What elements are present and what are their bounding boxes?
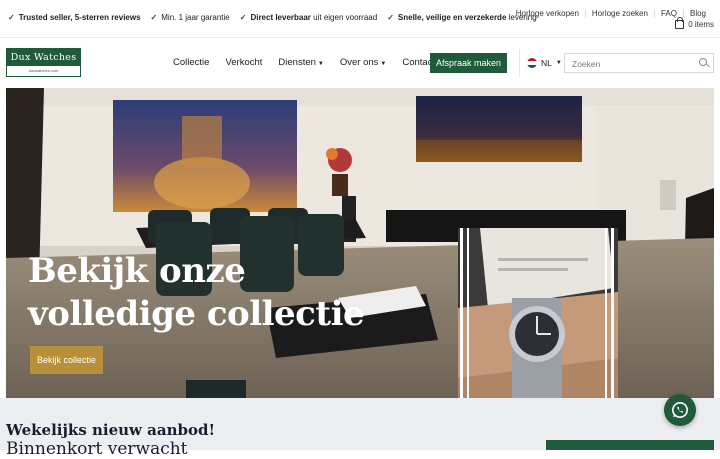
main-header: Dux Watches duxwatches.com Collectie Ver… — [0, 39, 720, 87]
usp-text: Snelle, veilige en verzekerde — [397, 13, 507, 22]
view-collection-button[interactable]: Bekijk collectie — [30, 346, 103, 374]
nav-label: Diensten — [278, 57, 316, 68]
divider — [519, 49, 520, 77]
usp-item: ✓ Trusted seller, 5-sterren reviews — [8, 13, 141, 22]
link-sell-watch[interactable]: Horloge verkopen — [510, 9, 585, 18]
check-icon: ✓ — [387, 13, 394, 22]
search-input[interactable] — [565, 55, 685, 73]
nav-item-collectie[interactable]: Collectie — [173, 57, 209, 68]
search-icon[interactable] — [699, 58, 707, 66]
logo-title: Dux Watches — [7, 49, 80, 66]
section-kicker: Wekelijks nieuw aanbod! — [6, 421, 216, 439]
hero-title-line: volledige collectie — [28, 294, 365, 334]
shopping-bag-icon — [675, 17, 685, 29]
logo-subtitle: duxwatches.com — [28, 68, 59, 73]
wrist-watch-image — [458, 228, 618, 422]
nav-item-verkocht[interactable]: Verkocht — [225, 57, 262, 68]
check-icon: ✓ — [8, 13, 15, 22]
usp-item: ✓ Direct leverbaar uit eigen voorraad — [240, 13, 377, 22]
usp-text-rest: Min. 1 jaar garantie — [161, 13, 230, 22]
watch-photo — [458, 228, 618, 422]
cart-count: 0 items — [688, 19, 714, 29]
nav-label: Over ons — [339, 57, 379, 68]
section-button-top[interactable] — [546, 440, 714, 450]
usp-text-rest: uit eigen voorraad — [310, 13, 378, 22]
whatsapp-button[interactable] — [664, 394, 696, 426]
cart-link[interactable]: 0 items — [675, 17, 714, 29]
caret-down-icon: ▼ — [317, 61, 324, 67]
new-arrivals-section: Wekelijks nieuw aanbod! Binnenkort verwa… — [0, 398, 720, 459]
caret-down-icon: ▼ — [380, 61, 387, 67]
search-box — [564, 53, 714, 73]
hero-title: Bekijk onze volledige collectie — [28, 250, 365, 336]
usp-text: Trusted seller, 5-sterren reviews — [18, 13, 141, 22]
link-blog[interactable]: Blog — [682, 9, 712, 18]
usp-text: Direct leverbaar — [250, 13, 311, 22]
language-selector[interactable]: NL ▼ — [527, 58, 562, 68]
language-label: NL — [541, 58, 552, 68]
logo[interactable]: Dux Watches duxwatches.com — [6, 48, 81, 77]
appointment-button[interactable]: Afspraak maken — [430, 53, 507, 73]
nav-item-over-ons[interactable]: Over ons ▼ — [340, 57, 387, 68]
section-heading: Binnenkort verwacht — [6, 439, 188, 459]
check-icon: ✓ — [239, 13, 247, 22]
nav-item-diensten[interactable]: Diensten ▼ — [278, 57, 323, 68]
usp-item: ✓ Min. 1 jaar garantie — [151, 13, 230, 22]
usp-list: ✓ Trusted seller, 5-sterren reviews ✓ Mi… — [8, 13, 537, 22]
link-find-watch[interactable]: Horloge zoeken — [584, 9, 654, 18]
check-icon: ✓ — [150, 13, 158, 22]
hero-title-line: Bekijk onze — [28, 251, 246, 291]
main-nav: Collectie Verkocht Diensten ▼ Over ons ▼ C… — [173, 57, 435, 68]
netherlands-flag-icon — [527, 58, 537, 68]
caret-down-icon: ▼ — [555, 60, 562, 66]
top-bar: ✓ Trusted seller, 5-sterren reviews ✓ Mi… — [0, 0, 720, 38]
whatsapp-icon — [672, 402, 688, 418]
